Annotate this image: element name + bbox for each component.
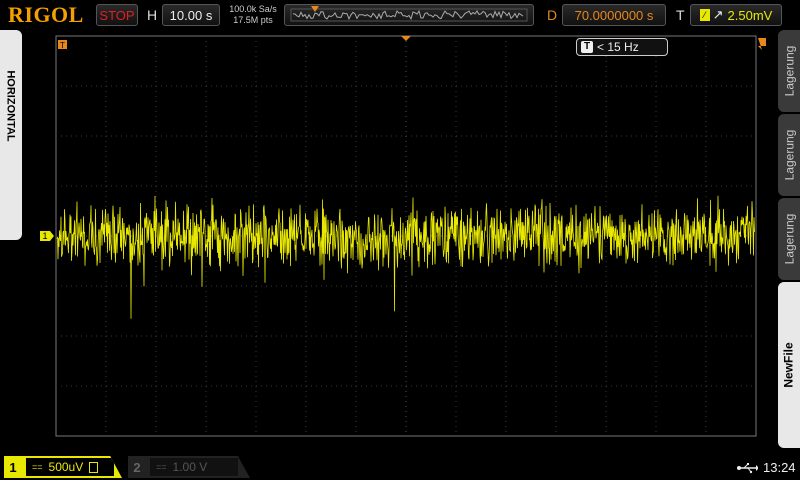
waveform-display[interactable]: T 1 [0, 0, 800, 454]
svg-text:1: 1 [42, 231, 47, 241]
bottom-status-bar: 1 == 500uV 2 == 1.00 V 13:24 [0, 454, 800, 480]
channel1-scale: 500uV [48, 460, 84, 474]
usb-icon [737, 463, 758, 474]
pre-trigger-marker-icon: T [58, 40, 67, 50]
dc-coupling-icon: == [156, 462, 167, 472]
svg-text:T: T [60, 41, 65, 50]
channel1-indicator[interactable]: 1 == 500uV [4, 456, 122, 478]
channel2-indicator[interactable]: 2 == 1.00 V [128, 456, 250, 478]
channel1-settings: == 500uV [26, 458, 114, 476]
channel2-number: 2 [133, 459, 141, 475]
channel2-scale: 1.00 V [172, 460, 208, 474]
trigger-frequency-icon: T [581, 41, 593, 53]
trigger-frequency-value: < 15 Hz [597, 40, 639, 54]
channel2-settings: == 1.00 V [150, 458, 238, 476]
dc-coupling-icon: == [32, 462, 43, 472]
bandwidth-limit-icon [89, 461, 99, 473]
trigger-level-marker-icon [758, 38, 766, 50]
channel1-offset-marker-icon: 1 [40, 231, 54, 241]
clock: 13:24 [763, 460, 796, 475]
channel1-number: 1 [9, 459, 17, 475]
trigger-frequency-readout: T < 15 Hz [576, 38, 668, 56]
